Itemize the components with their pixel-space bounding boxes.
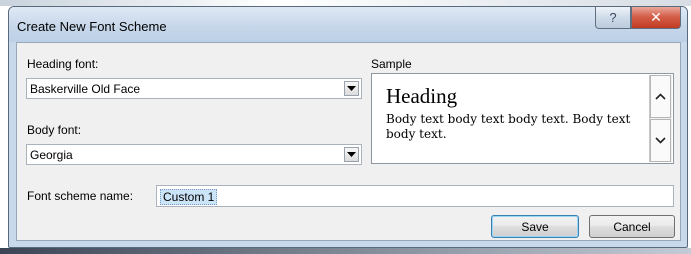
heading-font-dropdown[interactable]: Baskerville Old Face — [26, 78, 362, 99]
scroll-up-button[interactable] — [650, 75, 671, 118]
font-scheme-name-value: Custom 1 — [160, 189, 218, 205]
chevron-up-icon — [655, 93, 666, 100]
help-button[interactable]: ? — [595, 7, 631, 29]
heading-font-value: Baskerville Old Face — [30, 82, 141, 96]
dialog-title: Create New Font Scheme — [17, 19, 167, 34]
body-font-label: Body font: — [27, 123, 82, 137]
sample-preview: Heading Body text body text body text. B… — [371, 73, 674, 164]
scroll-down-button[interactable] — [650, 119, 671, 162]
body-font-dropdown[interactable]: Georgia — [26, 144, 362, 165]
close-button[interactable]: ✕ — [631, 7, 681, 29]
close-icon: ✕ — [650, 9, 662, 25]
save-button[interactable]: Save — [491, 215, 579, 238]
create-font-scheme-dialog: Create New Font Scheme ? ✕ Heading font:… — [8, 6, 688, 248]
chevron-down-icon — [655, 137, 666, 144]
sample-label: Sample — [371, 57, 412, 71]
heading-font-label: Heading font: — [27, 57, 99, 71]
sample-scrollbar[interactable] — [649, 75, 672, 162]
help-icon: ? — [609, 10, 617, 25]
dialog-body: Heading font: Baskerville Old Face Body … — [16, 42, 681, 241]
chevron-down-icon[interactable] — [344, 81, 359, 96]
title-bar[interactable]: Create New Font Scheme ? ✕ — [9, 7, 687, 42]
font-scheme-name-input[interactable]: Custom 1 — [156, 185, 674, 207]
font-scheme-name-label: Font scheme name: — [27, 189, 134, 203]
body-font-value: Georgia — [30, 148, 73, 162]
desktop-background-bottom — [0, 248, 691, 254]
sample-body-text: Body text body text body text. Body text… — [386, 112, 631, 141]
sample-heading-text: Heading — [386, 84, 458, 108]
chevron-down-icon[interactable] — [344, 147, 359, 162]
cancel-button[interactable]: Cancel — [589, 215, 675, 238]
